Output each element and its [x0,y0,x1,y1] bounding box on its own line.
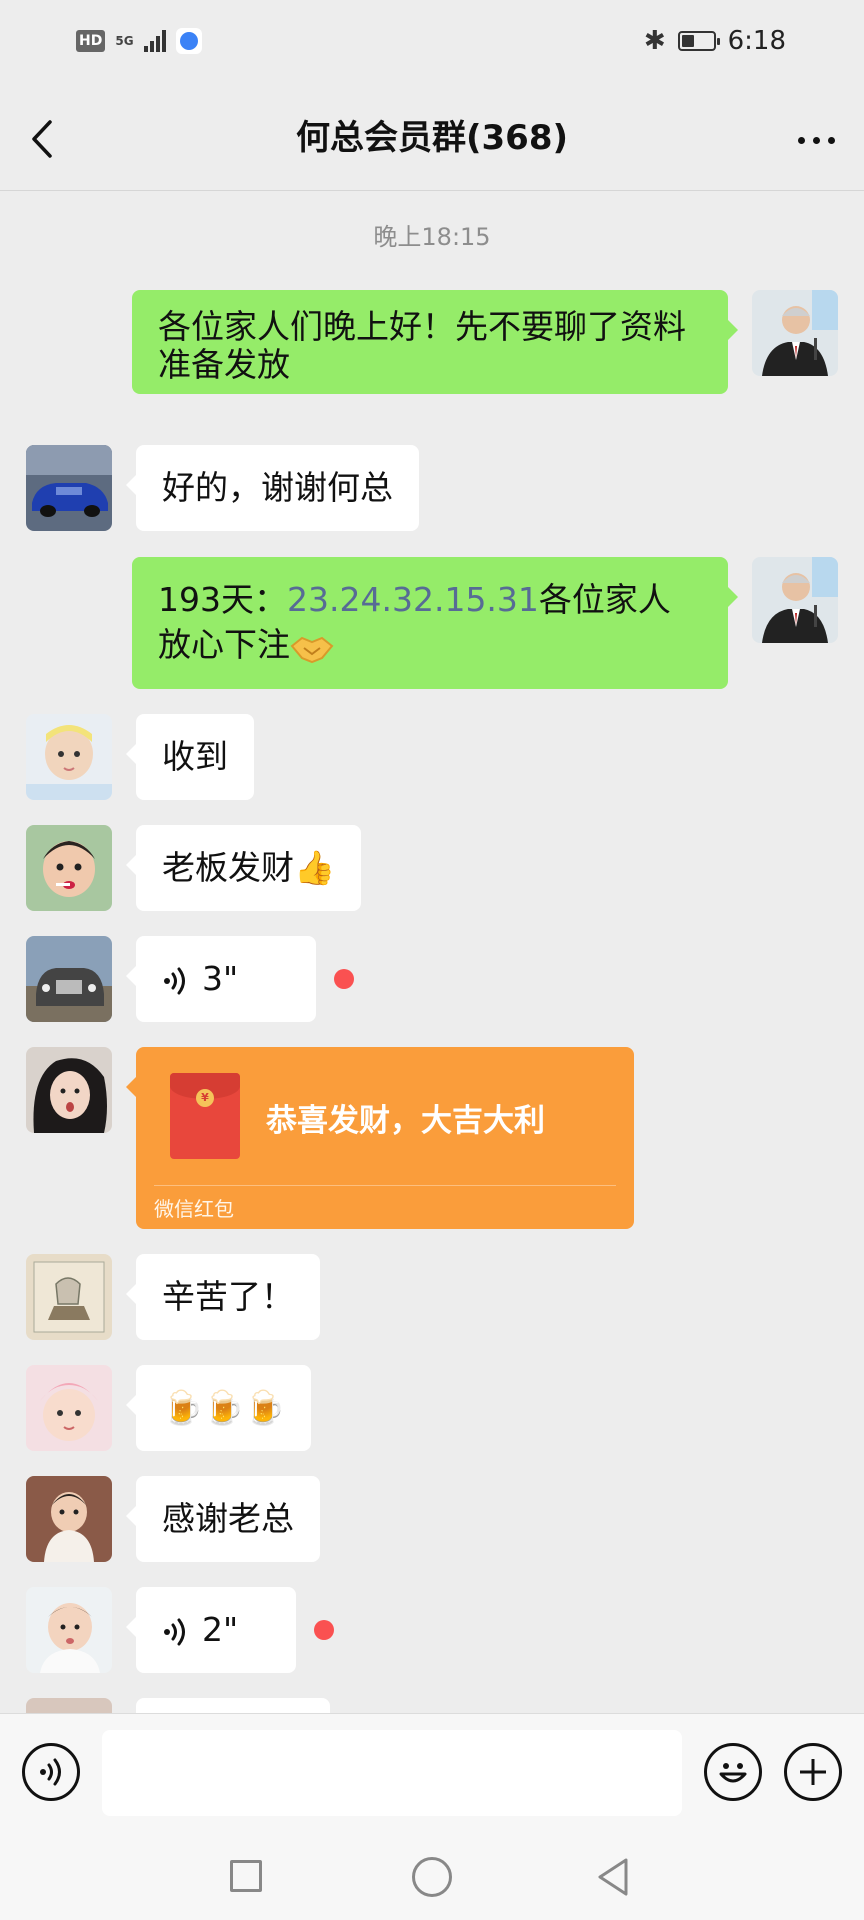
message-input[interactable] [102,1730,682,1816]
signal-icon [143,30,166,52]
avatar-image [26,1254,112,1340]
avatar-image [26,825,112,911]
smiley-icon [719,1763,747,1783]
browser-app-icon [175,28,202,54]
avatar-member[interactable] [26,445,112,531]
avatar-image [26,1365,112,1451]
message-bubble-incoming[interactable]: 收到 [126,714,254,800]
message-text: 🍺🍺🍺 [162,1388,286,1427]
message-bubble-incoming[interactable]: 🍺🍺🍺 [125,1365,312,1451]
unread-indicator [314,1620,334,1640]
message-bubble-outgoing[interactable]: 193天：23.24.32.15.31各位家人放心下注 [132,557,738,689]
message-link[interactable]: 23.24.32.15.31 [287,580,539,619]
message-prefix: 193天： [158,580,287,619]
message-bubble-incoming[interactable]: 好的，谢谢何总 [126,445,419,531]
chat-area[interactable]: 晚上18:15 各位家人们晚上好！先不要聊了资料准备发放 好的，谢谢何总 193… [0,191,864,1713]
page-title: 何总会员群(368) [295,118,569,158]
red-envelope-icon: ¥ [170,1073,240,1159]
avatar-member[interactable] [26,1047,112,1133]
status-right: ✱ 6:18 [644,26,786,56]
clock: 6:18 [727,26,786,56]
voice-wave-icon [164,1618,185,1645]
avatar-member[interactable] [26,1476,112,1562]
avatar-image [752,557,838,643]
message-text: 老板发财👍 [162,848,336,887]
message-bubble-incoming[interactable]: 辛苦了！ [126,1254,320,1340]
message-bubble-incoming[interactable]: 感谢老总 [126,1476,320,1562]
recent-apps-button[interactable] [230,1860,262,1892]
avatar-self[interactable] [752,557,838,643]
more-button[interactable] [788,118,844,162]
avatar-member[interactable] [26,714,112,800]
avatar-member[interactable] [26,825,112,911]
message-text: 感谢老总 [162,1499,294,1538]
avatar-image [26,1476,112,1562]
add-button[interactable] [784,1743,842,1801]
voice-wave-icon [164,967,185,994]
message-bubble-outgoing[interactable]: 各位家人们晚上好！先不要聊了资料准备发放 [132,290,738,394]
avatar-image [26,445,112,531]
home-button[interactable] [412,1857,452,1897]
avatar-self[interactable] [752,290,838,376]
status-bar: HD 5G ✱ 6:18 [0,0,864,88]
avatar-image [26,1587,112,1673]
avatar-image [26,1047,112,1133]
hd-badge: HD [76,30,106,52]
red-packet-label: 微信红包 [154,1197,234,1221]
avatar-image [26,936,112,1022]
plus-icon [800,1759,826,1785]
red-packet-title: 恭喜发财，大吉大利 [266,1103,545,1139]
message-text: 辛苦了！ [162,1277,294,1316]
message-input-bar [0,1713,864,1832]
system-navigation-bar [0,1832,864,1920]
voice-duration: 2" [202,1610,239,1649]
message-text: 好的，谢谢何总 [162,468,393,507]
chat-header: 何总会员群(368) [0,88,864,191]
red-packet-message[interactable]: ¥ 恭喜发财，大吉大利 微信红包 [126,1047,634,1229]
avatar-member[interactable] [26,936,112,1022]
emoji-button[interactable] [704,1743,762,1801]
divider [154,1185,616,1186]
voice-message[interactable]: 3" [126,936,316,1022]
voice-mode-button[interactable] [22,1743,80,1801]
system-back-button[interactable] [594,1856,634,1898]
avatar-member[interactable] [26,1698,112,1713]
battery-icon [677,31,720,51]
message-bubble-incoming[interactable]: 老板发财👍 [125,825,362,911]
voice-icon [40,1758,61,1786]
avatar-member[interactable] [26,1254,112,1340]
unread-indicator [334,969,354,989]
voice-duration: 3" [202,959,239,998]
message-bubble-incoming[interactable] [136,1698,330,1713]
avatar-image [26,714,112,800]
status-left: HD 5G [76,28,202,54]
message-text: 各位家人们晚上好！先不要聊了资料准备发放 [158,307,686,384]
message-text: 收到 [162,737,228,776]
avatar-member[interactable] [26,1365,112,1451]
message-timestamp: 晚上18:15 [373,223,491,251]
ellipsis-icon [797,136,805,144]
handshake-emoji-icon [290,636,334,663]
bluetooth-icon: ✱ [643,26,666,56]
avatar-member[interactable] [26,1587,112,1673]
network-type: 5G [115,34,134,48]
avatar-image [752,290,838,376]
voice-message[interactable]: 2" [126,1587,296,1673]
